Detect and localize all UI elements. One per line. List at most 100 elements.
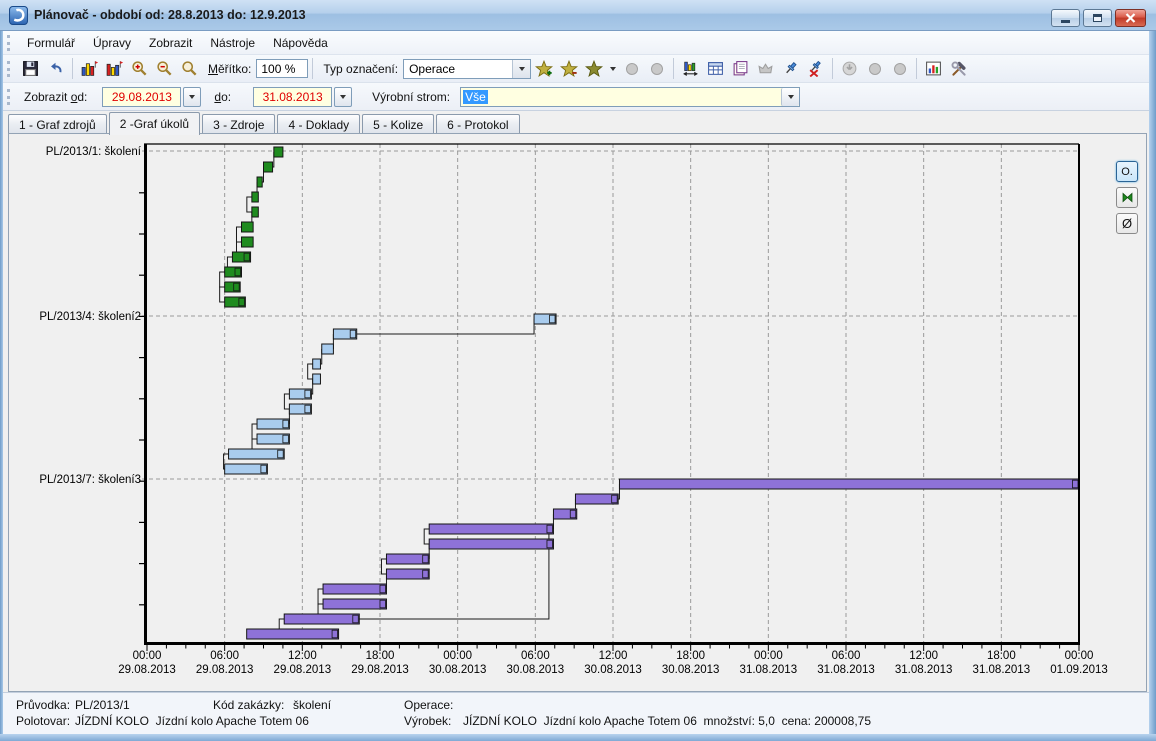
date-to-dropdown-button[interactable]: [334, 86, 353, 107]
axis-tick-time: 06:00: [832, 650, 861, 662]
fit-chart-button[interactable]: [678, 57, 703, 81]
gantt-bar[interactable]: [246, 628, 340, 640]
select-dropdown-button[interactable]: [606, 57, 619, 81]
select-remove-button[interactable]: [556, 57, 581, 81]
gantt-bar-end-mark: [243, 252, 250, 262]
export-button-disabled: [837, 57, 862, 81]
gantt-bar-end-mark: [546, 539, 553, 549]
gantt-bar[interactable]: [428, 523, 554, 535]
axis-tick-date: 31.08.2013: [740, 664, 798, 676]
axis-tick-date: 29.08.2013: [351, 664, 409, 676]
gantt-bar-end-mark: [546, 524, 553, 534]
gantt-bar-end-mark: [282, 419, 289, 429]
fit-chart-icon: [683, 61, 699, 76]
gantt-bar[interactable]: [312, 358, 321, 370]
tab-2-graf-ukolu[interactable]: 2 -Graf úkolů: [108, 112, 201, 135]
gantt-bar[interactable]: [312, 373, 321, 385]
tab-3-zdroje[interactable]: 3 - Zdroje: [202, 114, 276, 134]
gantt-bar[interactable]: [283, 613, 360, 625]
status-bar: Průvodka: PL/2013/1 Kód zakázky: školení…: [3, 692, 1149, 734]
gantt-bar[interactable]: [322, 598, 387, 610]
undo-button[interactable]: [43, 57, 68, 81]
select-add-button[interactable]: [531, 57, 556, 81]
gantt-bar[interactable]: [240, 221, 254, 233]
gantt-bar[interactable]: [321, 343, 334, 355]
pruvodka-label: Průvodka:: [16, 698, 71, 712]
scale-input[interactable]: [256, 59, 309, 78]
disabled-circle-icon: [625, 62, 638, 75]
gantt-bar-end-mark: [277, 449, 284, 459]
mark-type-combo[interactable]: Operace: [403, 58, 532, 79]
restore-button[interactable]: [1083, 9, 1112, 27]
axis-tick-time: 06:00: [521, 650, 550, 662]
gantt-bar[interactable]: [256, 176, 263, 188]
restore-icon: [1093, 14, 1102, 22]
zoom-out-button[interactable]: [152, 57, 177, 81]
menu-item-zobrazit[interactable]: Zobrazit: [140, 33, 201, 53]
tab-6-protokol[interactable]: 6 - Protokol: [436, 114, 520, 134]
tab-5-kolize[interactable]: 5 - Kolize: [362, 114, 435, 134]
chevron-down-icon: [787, 94, 794, 99]
report-chart-icon: [926, 61, 942, 76]
select-star-button[interactable]: [581, 57, 606, 81]
gantt-bar[interactable]: [618, 478, 1080, 490]
operations-toggle-button[interactable]: O.: [1116, 161, 1138, 182]
gantt-bar[interactable]: [251, 191, 259, 203]
unpin-button[interactable]: [803, 57, 828, 81]
report-chart-button[interactable]: [921, 57, 946, 81]
window-title: Plánovač - období od: 28.8.2013 do: 12.9…: [34, 8, 306, 22]
collapse-button[interactable]: [1116, 187, 1138, 208]
axis-tick-date: 31.08.2013: [973, 664, 1031, 676]
chevron-down-icon: [518, 66, 525, 71]
date-from-field[interactable]: 29.08.2013: [102, 86, 182, 107]
menu-item-napoveda[interactable]: Nápověda: [264, 33, 337, 53]
axis-tick-time: 12:00: [909, 650, 938, 662]
gantt-bar[interactable]: [428, 538, 554, 550]
gantt-bar[interactable]: [251, 206, 259, 218]
dependency-connector: [283, 393, 290, 410]
dependency-connector: [235, 241, 242, 252]
pin-button[interactable]: [778, 57, 803, 81]
production-tree-dropdown-button[interactable]: [781, 87, 800, 106]
tasks-chart-button[interactable]: [102, 57, 127, 81]
production-tree-value: Vše: [463, 89, 488, 104]
zoom-reset-button[interactable]: [177, 57, 202, 81]
minimize-button[interactable]: [1051, 9, 1080, 27]
gantt-bar[interactable]: [240, 236, 254, 248]
tab-1-graf-zdroju[interactable]: 1 - Graf zdrojů: [8, 114, 107, 134]
gantt-bar[interactable]: [228, 448, 285, 460]
close-button[interactable]: [1115, 9, 1146, 27]
date-from-dropdown-button[interactable]: [183, 86, 202, 107]
dependency-connector: [278, 618, 285, 629]
gantt-bar[interactable]: [263, 161, 274, 173]
tools-button[interactable]: [946, 57, 971, 81]
gantt-bar-end-mark: [352, 614, 359, 624]
title-bar[interactable]: Plánovač - období od: 28.8.2013 do: 12.9…: [0, 0, 1156, 31]
tab-4-doklady[interactable]: 4 - Doklady: [277, 114, 361, 134]
save-button[interactable]: [18, 57, 43, 81]
pruvodka-value: PL/2013/1: [75, 698, 130, 712]
clear-selection-button[interactable]: Ø: [1116, 213, 1138, 234]
resources-chart-button[interactable]: [77, 57, 102, 81]
menu-item-formular[interactable]: Formulář: [18, 33, 84, 53]
gantt-bar-end-mark: [349, 329, 357, 339]
notes-button[interactable]: [728, 57, 753, 81]
minimize-icon: [1061, 20, 1070, 23]
gantt-bar[interactable]: [322, 583, 387, 595]
select-remove-icon: [559, 59, 578, 77]
axis-tick-date: 30.08.2013: [584, 664, 642, 676]
zoom-in-button[interactable]: [127, 57, 152, 81]
mark-type-dropdown-button[interactable]: [512, 59, 531, 78]
menu-bar: Formulář Úpravy Zobrazit Nástroje Nápověda: [3, 31, 1149, 55]
table-view-button[interactable]: [703, 57, 728, 81]
gantt-bar[interactable]: [273, 146, 284, 158]
date-to-field[interactable]: 31.08.2013: [253, 86, 333, 107]
gantt-bar-end-mark: [331, 629, 338, 639]
menu-item-nastroje[interactable]: Nástroje: [201, 33, 264, 53]
axis-tick-date: 30.08.2013: [507, 664, 565, 676]
dependency-connector: [317, 603, 324, 614]
axis-tick-time: 00:00: [1065, 650, 1094, 662]
production-tree-combo[interactable]: Vše: [460, 86, 801, 107]
menu-item-upravy[interactable]: Úpravy: [84, 33, 140, 53]
axis-tick-time: 00:00: [133, 650, 162, 662]
